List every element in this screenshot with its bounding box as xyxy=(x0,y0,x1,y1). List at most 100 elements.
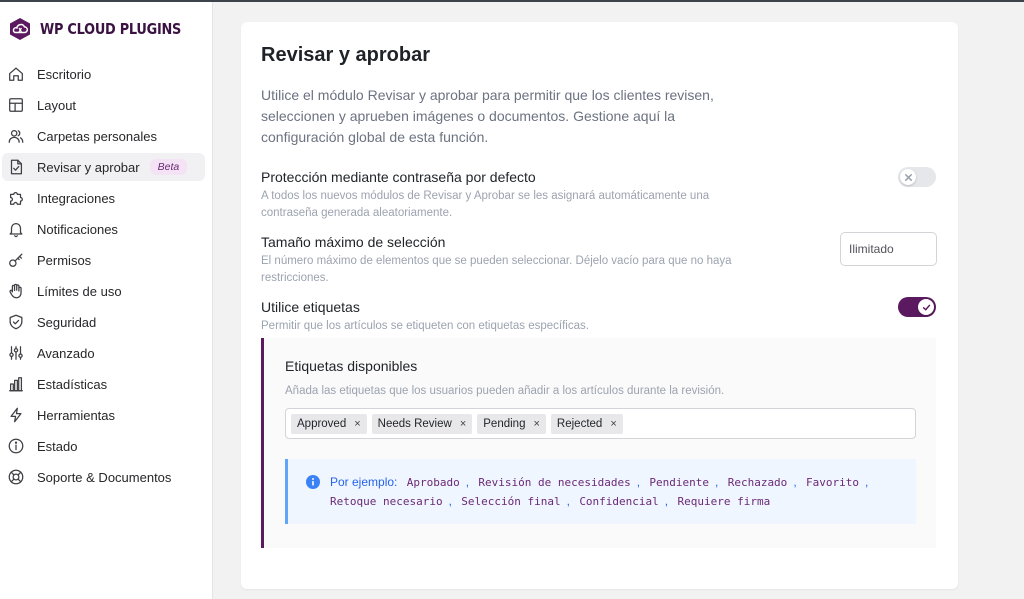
toggle-knob xyxy=(918,299,934,315)
tag-label: Pending xyxy=(483,417,526,430)
tags-input[interactable]: Approved × Needs Review × Pending × Rejected × xyxy=(285,408,916,439)
brand[interactable]: WP CLOUD PLUGINS xyxy=(0,2,212,56)
example-separator: , xyxy=(864,475,869,489)
sidebar-item-info[interactable]: Estado xyxy=(2,432,205,460)
bolt-icon xyxy=(10,407,22,423)
tag-chip: Rejected × xyxy=(550,413,623,434)
setting-title: Utilice etiquetas xyxy=(261,299,360,315)
notice-label: Por ejemplo: xyxy=(330,475,398,489)
example-tag: Favorito xyxy=(806,476,859,489)
sidebar-item-label: Integraciones xyxy=(37,190,116,206)
remove-tag-icon[interactable]: × xyxy=(533,418,539,430)
sidebar-item-label: Herramientas xyxy=(37,407,116,423)
shield-icon xyxy=(9,314,23,330)
sidebar-item-file-check[interactable]: Revisar y aprobar Beta xyxy=(2,153,205,181)
example-tag: Aprobado xyxy=(406,476,460,489)
sidebar-nav: Escritorio Layout Carpetas personales Revis… xyxy=(0,60,212,491)
panel-description: Añada las etiquetas que los usuarios pue… xyxy=(285,385,725,397)
sidebar-item-label: Soporte & Documentos xyxy=(37,469,172,485)
use-tags-toggle[interactable] xyxy=(898,297,936,317)
sidebar-item-shield[interactable]: Seguridad xyxy=(2,308,205,336)
layout-icon xyxy=(9,98,23,112)
sidebar-item-key[interactable]: Permisos xyxy=(2,246,205,274)
info-icon xyxy=(8,438,24,454)
tag-chip: Pending × xyxy=(477,413,546,434)
bell-icon xyxy=(9,222,23,238)
sliders-icon xyxy=(9,346,23,360)
toggle-knob xyxy=(900,169,916,185)
setting-max-selection: Tamaño máximo de selección El número máx… xyxy=(261,234,941,287)
example-separator: , xyxy=(566,494,570,508)
sidebar-item-label: Revisar y aprobar xyxy=(37,159,140,175)
example-separator: , xyxy=(448,494,452,508)
remove-tag-icon[interactable]: × xyxy=(610,418,616,430)
hand-icon xyxy=(9,283,22,299)
page-title: Revisar y aprobar xyxy=(261,44,430,66)
panel-title: Etiquetas disponibles xyxy=(285,358,418,374)
settings-card: Revisar y aprobar Utilice el módulo Revi… xyxy=(241,22,958,589)
sidebar-item-label: Estadísticas xyxy=(37,376,108,392)
sidebar: WP CLOUD PLUGINS Escritorio Layout Carpeta… xyxy=(0,2,213,599)
sidebar-item-label: Límites de uso xyxy=(37,283,122,299)
lifebuoy-icon xyxy=(8,469,24,485)
notice-text: Por ejemplo: Aprobado, Revisión de neces… xyxy=(330,473,910,511)
file-check-icon xyxy=(10,159,23,175)
password-protection-toggle[interactable] xyxy=(898,167,936,187)
example-notice: Por ejemplo: Aprobado, Revisión de neces… xyxy=(285,459,916,524)
sidebar-item-label: Avanzado xyxy=(37,345,95,361)
sidebar-item-bolt[interactable]: Herramientas xyxy=(2,401,205,429)
example-tag: Requiere firma xyxy=(677,495,771,508)
example-separator: , xyxy=(793,475,797,489)
setting-description: A todos los nuevos módulos de Revisar y … xyxy=(261,190,710,219)
example-tag: Confidencial xyxy=(579,495,659,508)
sidebar-item-layout[interactable]: Layout xyxy=(2,91,205,119)
example-separator: , xyxy=(465,475,470,489)
tag-chip: Approved × xyxy=(291,413,367,434)
puzzle-icon xyxy=(9,191,23,205)
sidebar-item-label: Carpetas personales xyxy=(37,128,157,144)
users-icon xyxy=(8,129,24,143)
sidebar-item-label: Seguridad xyxy=(37,314,97,330)
key-icon xyxy=(9,253,23,267)
check-icon xyxy=(922,304,930,310)
max-selection-input[interactable] xyxy=(840,232,937,266)
example-separator: , xyxy=(664,494,669,508)
example-tag: Pendiente xyxy=(649,476,710,489)
info-icon xyxy=(306,475,320,489)
example-tag: Rechazado xyxy=(727,476,788,489)
sidebar-item-users[interactable]: Carpetas personales xyxy=(2,122,205,150)
sidebar-item-puzzle[interactable]: Integraciones xyxy=(2,184,205,212)
available-tags-panel: Etiquetas disponibles Añada las etiqueta… xyxy=(261,338,936,548)
tag-chip: Needs Review × xyxy=(371,413,473,434)
tag-label: Needs Review xyxy=(377,417,452,430)
example-separator: , xyxy=(636,475,641,489)
sidebar-item-label: Escritorio xyxy=(37,66,92,82)
sidebar-item-hand[interactable]: Límites de uso xyxy=(2,277,205,305)
sidebar-item-label: Estado xyxy=(37,438,78,454)
remove-tag-icon[interactable]: × xyxy=(354,418,360,430)
example-tag: Selección final xyxy=(461,495,561,508)
beta-badge: Beta xyxy=(149,159,188,175)
sidebar-item-label: Permisos xyxy=(37,252,92,268)
sidebar-item-label: Layout xyxy=(37,97,77,113)
remove-tag-icon[interactable]: × xyxy=(460,418,466,430)
x-icon xyxy=(904,173,912,181)
setting-title: Tamaño máximo de selección xyxy=(261,234,446,250)
setting-use-tags: Utilice etiquetas Permitir que los artíc… xyxy=(261,299,941,335)
page-intro: Utilice el módulo Revisar y aprobar para… xyxy=(261,87,714,145)
example-separator: , xyxy=(715,475,719,489)
tag-label: Rejected xyxy=(556,417,603,430)
sidebar-item-lifebuoy[interactable]: Soporte & Documentos xyxy=(2,463,205,491)
sidebar-item-sliders[interactable]: Avanzado xyxy=(2,339,205,367)
setting-description: Permitir que los artículos se etiqueten … xyxy=(261,320,589,332)
sidebar-item-bar-chart[interactable]: Estadísticas xyxy=(2,370,205,398)
sidebar-item-bell[interactable]: Notificaciones xyxy=(2,215,205,243)
setting-description: El número máximo de elementos que se pue… xyxy=(261,255,732,284)
brand-name: WP CLOUD PLUGINS xyxy=(40,20,182,38)
sidebar-item-home[interactable]: Escritorio xyxy=(2,60,205,88)
setting-password-protection: Protección mediante contraseña por defec… xyxy=(261,169,941,222)
setting-title: Protección mediante contraseña por defec… xyxy=(261,169,536,185)
example-tag: Retoque necesario xyxy=(330,495,443,508)
home-icon xyxy=(9,67,23,81)
example-tag: Revisión de necesidades xyxy=(478,476,631,489)
